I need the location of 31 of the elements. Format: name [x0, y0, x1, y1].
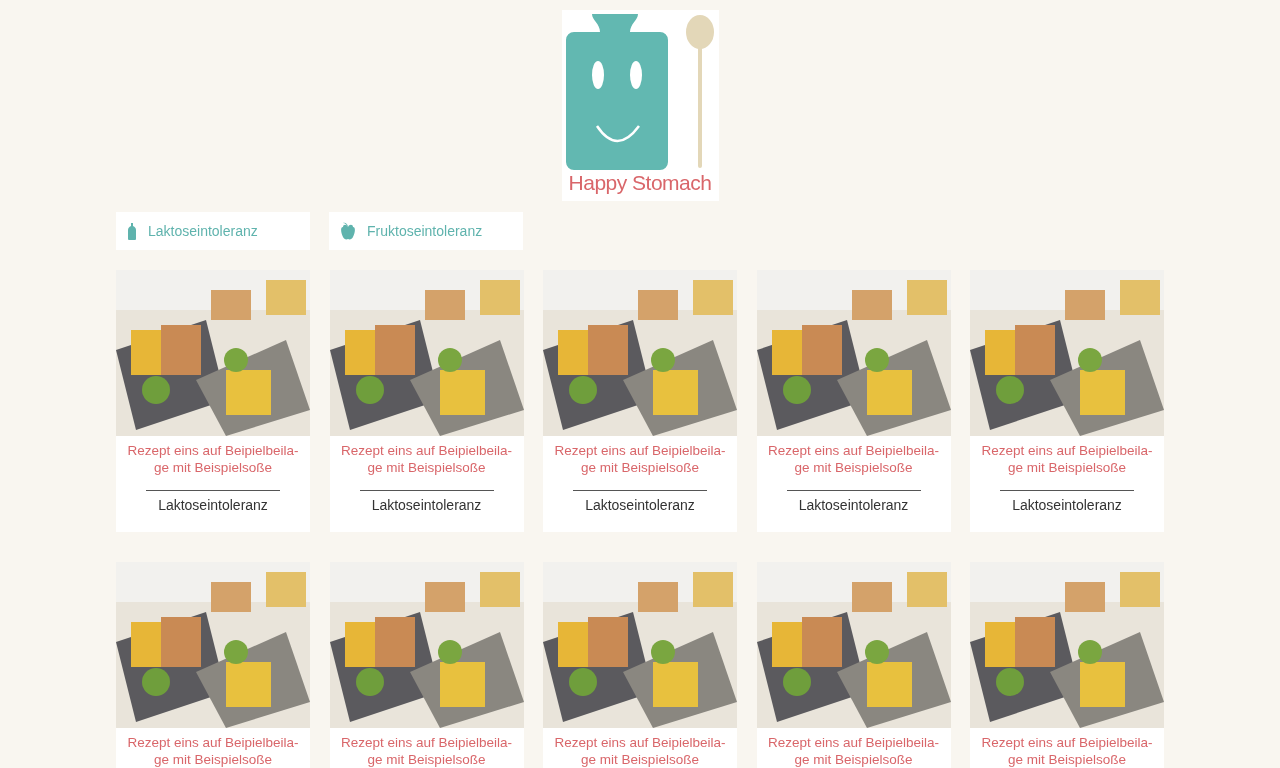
recipe-title: Rezept eins auf Beipielbeila-ge mit Beispielsoße [339, 442, 514, 476]
recipe-category: Laktoseintoleranz [158, 497, 268, 513]
recipe-category: Laktoseintoleranz [1012, 497, 1122, 513]
filter-button[interactable]: Laktoseintoleranz [116, 212, 310, 250]
recipe-title: Rezept eins auf Beipielbeila-ge mit Beispielsoße [553, 442, 727, 476]
recipe-card[interactable]: Rezept eins auf Beipielbeila-ge mit Beispielsoße Laktoseintoleranz [543, 270, 737, 532]
bottle-icon [128, 222, 136, 240]
recipe-title: Rezept eins auf Beipielbeila-ge mit Beispielsoße [553, 734, 727, 768]
recipe-title: Rezept eins auf Beipielbeila-ge mit Beispielsoße [766, 734, 941, 768]
logo-card[interactable]: Happy Stomach [561, 10, 719, 201]
recipe-title: Rezept eins auf Beipielbeila-ge mit Beispielsoße [126, 442, 300, 476]
recipe-title: Rezept eins auf Beipielbeila-ge mit Beispielsoße [339, 734, 514, 768]
filter-button[interactable]: Fruktoseintoleranz [329, 212, 523, 250]
logo-wordmark: Happy Stomach [568, 172, 712, 193]
recipe-card[interactable]: Rezept eins auf Beipielbeila-ge mit Beispielsoße [970, 562, 1164, 768]
recipe-title: Rezept eins auf Beipielbeila-ge mit Beispielsoße [766, 442, 941, 476]
recipe-card[interactable]: Rezept eins auf Beipielbeila-ge mit Beispielsoße [116, 562, 310, 768]
recipe-title: Rezept eins auf Beipielbeila-ge mit Beispielsoße [980, 442, 1154, 476]
recipe-card[interactable]: Rezept eins auf Beipielbeila-ge mit Beispielsoße Laktoseintoleranz [756, 270, 951, 532]
recipe-card[interactable]: Rezept eins auf Beipielbeila-ge mit Beispielsoße [543, 562, 737, 768]
recipe-title: Rezept eins auf Beipielbeila-ge mit Beispielsoße [980, 734, 1154, 768]
apple-icon [341, 222, 355, 240]
recipe-title: Rezept eins auf Beipielbeila-ge mit Beispielsoße [126, 734, 300, 768]
recipe-category: Laktoseintoleranz [371, 497, 482, 513]
recipe-category: Laktoseintoleranz [798, 497, 909, 513]
recipe-card[interactable]: Rezept eins auf Beipielbeila-ge mit Beispielsoße [756, 562, 951, 768]
recipe-card[interactable]: Rezept eins auf Beipielbeila-ge mit Beispielsoße Laktoseintoleranz [329, 270, 524, 532]
recipe-category: Laktoseintoleranz [585, 497, 695, 513]
recipe-card[interactable]: Rezept eins auf Beipielbeila-ge mit Beispielsoße Laktoseintoleranz [116, 270, 310, 532]
recipe-card[interactable]: Rezept eins auf Beipielbeila-ge mit Beispielsoße [329, 562, 524, 768]
recipe-card[interactable]: Rezept eins auf Beipielbeila-ge mit Beispielsoße Laktoseintoleranz [970, 270, 1164, 532]
